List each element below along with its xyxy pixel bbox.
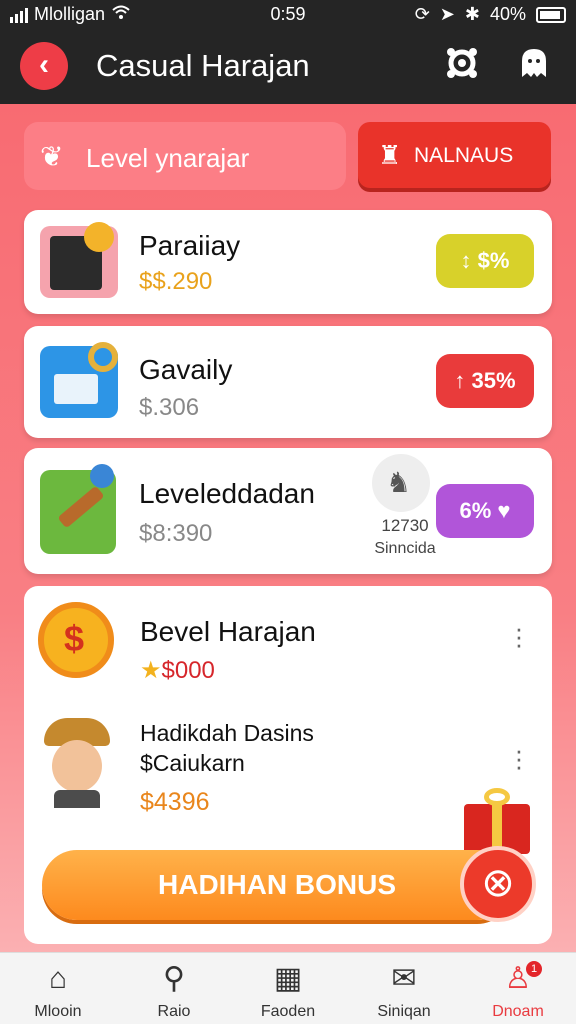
- ghost-profile-icon: [522, 49, 546, 77]
- badge-arrow-icon: ↕: [460, 248, 478, 273]
- profile-icon: ♙: [504, 962, 532, 995]
- status-bar: Mlolligan 0:59 ⟳ ➤ ✱ 40%: [0, 0, 576, 30]
- item-title: Leveleddadan: [139, 478, 315, 509]
- back-button[interactable]: ‹: [20, 42, 68, 90]
- bonus-close-button[interactable]: ⊗: [460, 846, 536, 922]
- star-icon: ★: [140, 657, 162, 684]
- animal-avatar: ♞: [372, 454, 430, 512]
- item-price: $8:390: [139, 520, 213, 547]
- more-options-button[interactable]: · · ·: [514, 737, 524, 779]
- nav-label: Siniqan: [377, 1003, 431, 1020]
- item-thumbnail: [40, 464, 116, 554]
- nav-item-calendar[interactable]: ▦ Faoden: [238, 961, 338, 1021]
- item-title: Gavaily: [139, 354, 233, 385]
- settings-button[interactable]: [442, 45, 482, 85]
- key-icon: [88, 342, 118, 372]
- tab-level-label: Level ynarajar: [86, 143, 250, 173]
- badge-arrow-icon: ↑: [454, 368, 472, 393]
- avatar: [38, 718, 114, 808]
- flower-icon: [90, 464, 114, 488]
- hammer-icon: [57, 485, 105, 529]
- heart-hands-icon: ❦: [40, 141, 64, 172]
- status-right: ⟳ ➤ ✱ 40%: [415, 4, 566, 25]
- bottom-nav: ⌂ Mlooin ⚲ Raio ▦ Faoden ✉ Siniqan ♙ Dno…: [0, 952, 576, 1024]
- more-options-button[interactable]: · · ·: [514, 615, 524, 657]
- feature-title: Bevel Harajan: [140, 616, 316, 647]
- battery-percent: 40%: [489, 4, 526, 24]
- nav-item-home[interactable]: ⌂ Mlooin: [8, 961, 108, 1021]
- nav-label: Mlooin: [34, 1003, 82, 1020]
- list-item[interactable]: Leveleddadan $8:390 ♞ 12730 Sinncida 6% …: [24, 448, 552, 574]
- rocket-icon: ♜: [378, 140, 402, 170]
- back-arrow-icon: ‹: [39, 48, 49, 81]
- more-vertical-icon: · · ·: [514, 613, 524, 659]
- coin-icon: [84, 222, 114, 252]
- search-icon: ⚲: [163, 962, 185, 995]
- location-icon: ➤: [439, 4, 455, 24]
- nav-label: Faoden: [260, 1003, 316, 1020]
- nav-item-mail[interactable]: ✉ Siniqan: [354, 961, 454, 1021]
- page-title: Casual Harajan: [96, 48, 310, 83]
- tab-nalnaus-label: NALNAUS: [414, 144, 514, 167]
- coin-dollar-icon: $: [38, 602, 114, 678]
- home-icon: ⌂: [48, 962, 68, 995]
- item-title: Paraiiay: [139, 230, 241, 261]
- bluetooth-icon: ✱: [464, 4, 480, 24]
- sub-title-2: $Caiukarn: [140, 750, 245, 776]
- feature-card: $ Bevel Harajan ★$000 · · · Hadikdah Dasin…: [24, 586, 552, 944]
- heart-icon: ♥: [491, 498, 511, 523]
- feature-price-row: ★$000: [140, 656, 215, 685]
- shirt-icon: [54, 790, 100, 808]
- profile-button[interactable]: [514, 45, 554, 85]
- sub-title-1: Hadikdah Dasins: [140, 720, 314, 746]
- item-thumbnail: [40, 342, 118, 418]
- calendar-icon: ▦: [273, 962, 303, 995]
- item-thumbnail: [40, 222, 118, 298]
- side-label: Sinncida: [374, 540, 436, 557]
- nav-label: Dnoam: [492, 1003, 544, 1020]
- battery-icon: [536, 6, 566, 23]
- settings-gear-icon: [447, 48, 477, 78]
- discount-badge[interactable]: ↑ 35%: [436, 354, 534, 408]
- discount-badge[interactable]: 6% ♥: [436, 484, 534, 538]
- alarm-icon: ⟳: [414, 4, 430, 24]
- tab-nalnaus[interactable]: ♜ NALNAUS: [358, 122, 551, 188]
- close-icon: ⊗: [481, 861, 515, 905]
- badge-label: 35%: [471, 368, 516, 393]
- item-price: $$.290: [139, 268, 213, 295]
- dollar-glyph: $: [64, 618, 85, 659]
- mail-icon: ✉: [391, 962, 417, 995]
- face-icon: [52, 740, 102, 792]
- nav-label: Raio: [157, 1003, 191, 1020]
- elephant-icon: ♞: [386, 467, 412, 498]
- app-header: ‹ Casual Harajan: [0, 30, 576, 104]
- badge-label: $%: [477, 248, 510, 273]
- nav-item-profile[interactable]: ♙ Dnoam 1: [468, 961, 568, 1021]
- item-price: $.306: [139, 394, 200, 421]
- feature-price: $000: [161, 657, 215, 684]
- discount-badge[interactable]: ↕ $%: [436, 234, 534, 288]
- sub-price: $4396: [140, 788, 210, 816]
- tab-level[interactable]: ❦ Level ynarajar: [24, 122, 346, 190]
- more-vertical-icon: · · ·: [514, 735, 524, 781]
- badge-label: 6%: [459, 498, 492, 523]
- list-item[interactable]: Paraiiay $$.290 ↕ $%: [24, 210, 552, 314]
- nav-item-search[interactable]: ⚲ Raio: [124, 961, 224, 1021]
- lock-icon: [54, 374, 98, 404]
- list-item[interactable]: Gavaily $.306 ↑ 35%: [24, 326, 552, 438]
- notification-badge: 1: [526, 961, 542, 977]
- bonus-button[interactable]: HADIHAN BONUS: [42, 850, 512, 920]
- main-content: ❦ Level ynarajar ♜ NALNAUS Paraiiay $$.2…: [0, 104, 576, 952]
